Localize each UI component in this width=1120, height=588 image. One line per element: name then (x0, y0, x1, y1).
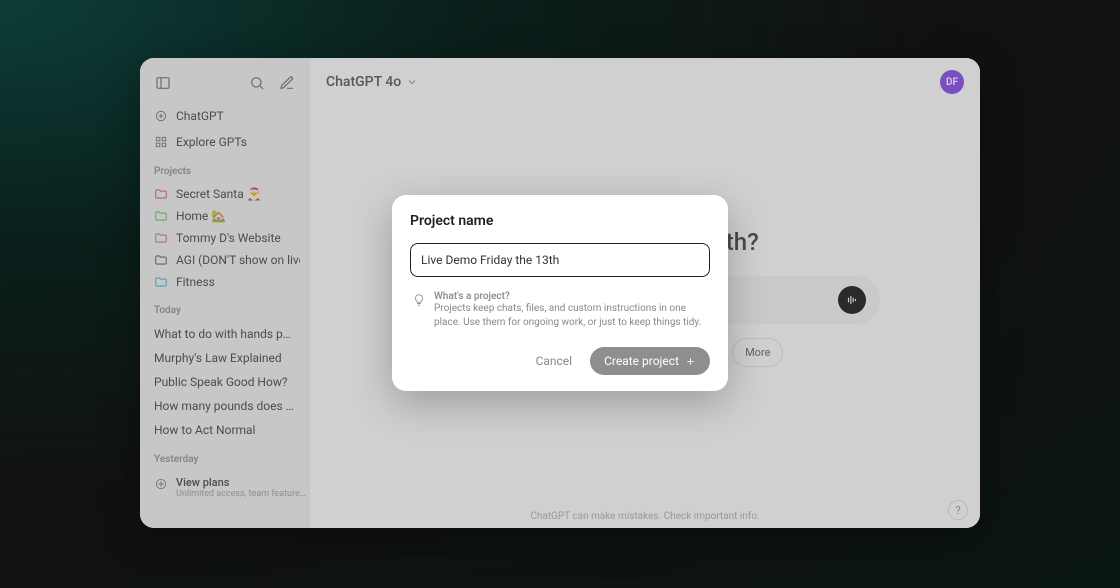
hint-body: Projects keep chats, files, and custom i… (434, 302, 708, 329)
app-window: ChatGPT Explore GPTs Projects Secret San… (140, 58, 980, 528)
cancel-button[interactable]: Cancel (528, 348, 581, 374)
project-name-input[interactable] (410, 243, 710, 277)
lightbulb-icon (412, 292, 426, 306)
modal-actions: Cancel Create project (410, 347, 710, 375)
create-project-button[interactable]: Create project (590, 347, 710, 375)
project-hint: What's a project? Projects keep chats, f… (410, 291, 710, 329)
modal-title: Project name (410, 213, 710, 229)
create-project-modal: Project name What's a project? Projects … (392, 195, 728, 391)
hint-title: What's a project? (434, 291, 708, 302)
plus-icon (685, 356, 696, 367)
create-button-label: Create project (604, 354, 679, 368)
modal-overlay[interactable]: Project name What's a project? Projects … (140, 58, 980, 528)
